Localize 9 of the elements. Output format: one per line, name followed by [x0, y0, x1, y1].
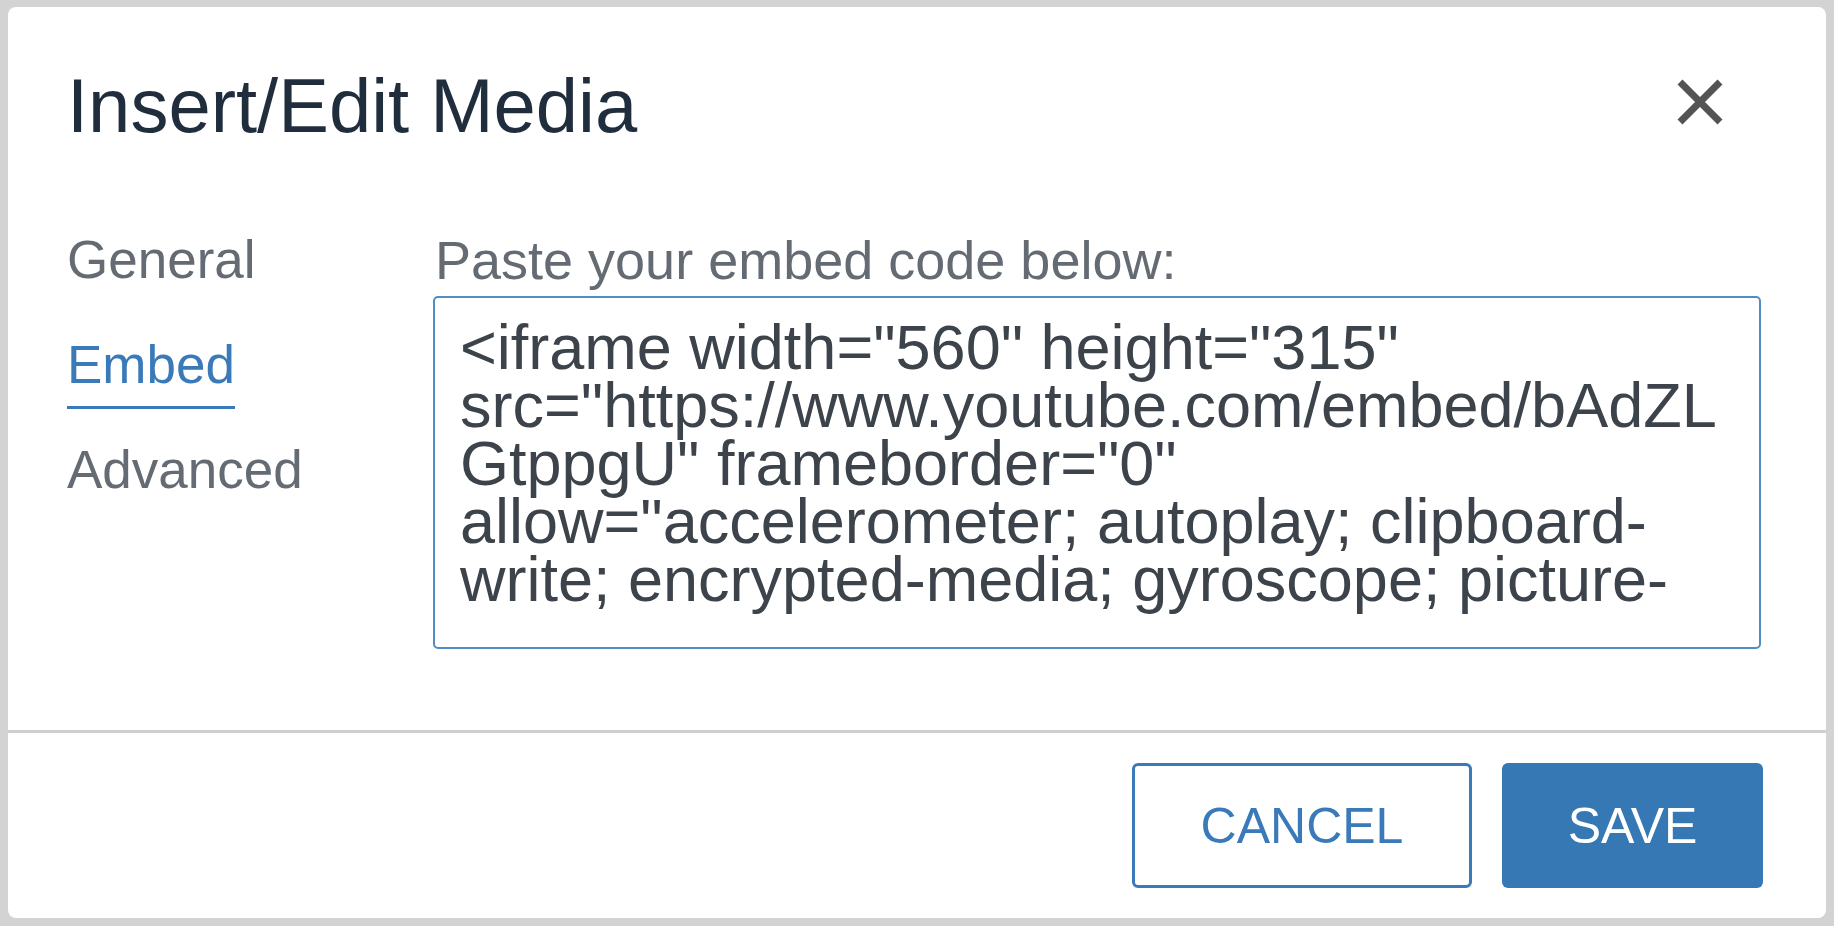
- tab[interactable]: Advanced: [67, 444, 303, 514]
- embed-code-field[interactable]: <iframe width="560" height="315" src="https://www.youtube.com/embed/bAdZLGtppgU" frameborder="0" allow="accelerometer; autoplay; clipboard-write; encrypted-media; gyroscope; picture-: [433, 296, 1761, 649]
- close-button[interactable]: [1677, 79, 1723, 125]
- close-icon: [1677, 79, 1723, 125]
- tab[interactable]: General: [67, 234, 256, 304]
- cancel-button[interactable]: CANCEL: [1132, 763, 1472, 888]
- tab[interactable]: Embed: [67, 339, 235, 409]
- dialog-title: Insert/Edit Media: [67, 68, 638, 144]
- save-button[interactable]: SAVE: [1502, 763, 1763, 888]
